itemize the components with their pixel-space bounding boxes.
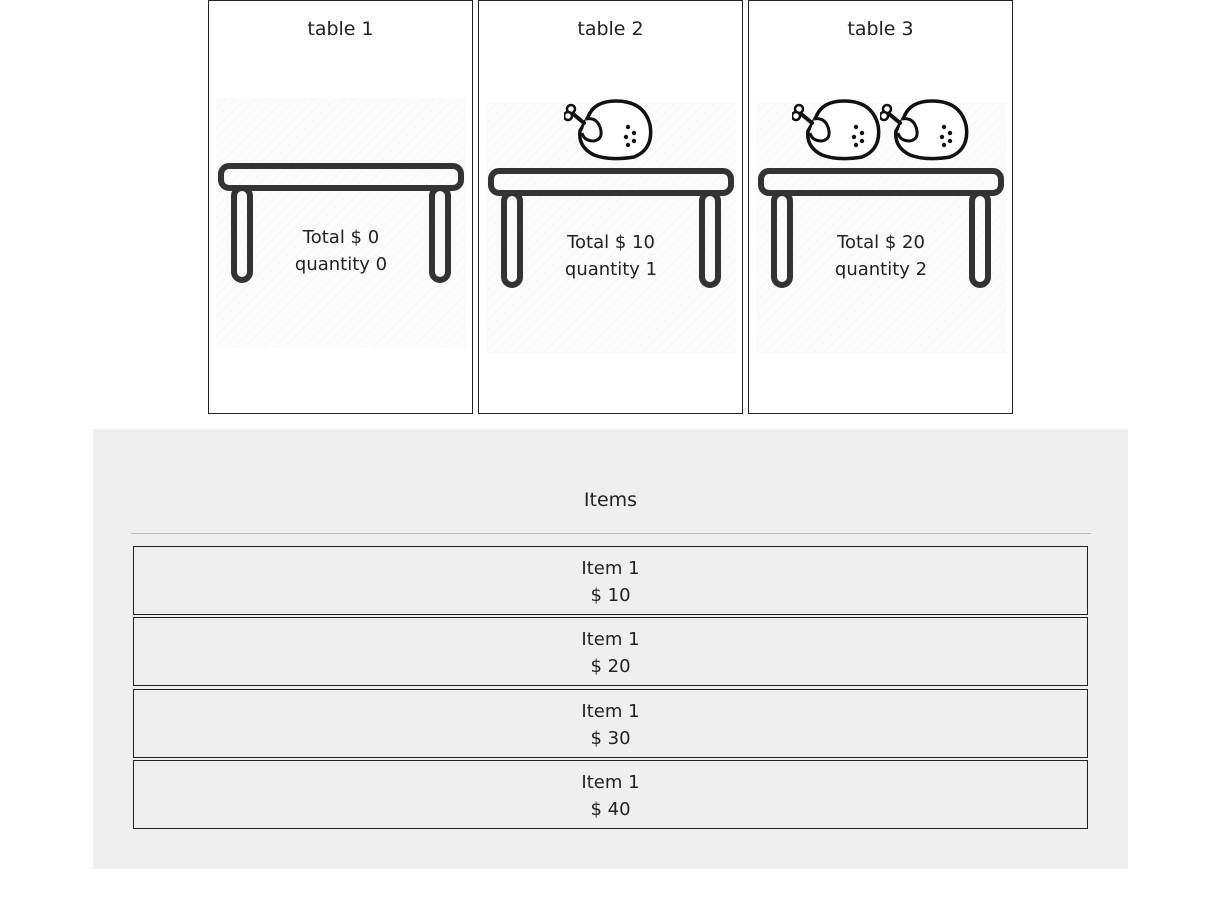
table-totals: Total $ 20 quantity 2	[756, 229, 1006, 283]
table-total: Total $ 10	[567, 232, 655, 253]
menu-item[interactable]: Item 1 $ 10	[133, 546, 1088, 615]
table-title: table 2	[577, 18, 644, 40]
table-drop-area[interactable]: Total $ 10 quantity 1	[486, 99, 736, 353]
menu-item[interactable]: Item 1 $ 20	[133, 617, 1088, 686]
item-name: Item 1	[581, 772, 640, 793]
roast-chicken-icon[interactable]	[880, 97, 970, 161]
table-icon	[218, 163, 464, 283]
table-quantity: quantity 0	[294, 254, 388, 275]
item-price: $ 10	[590, 585, 631, 606]
table-quantity: quantity 2	[834, 259, 928, 280]
table-drop-area[interactable]: Total $ 20 quantity 2	[756, 99, 1006, 353]
menu-item[interactable]: Item 1 $ 40	[133, 760, 1088, 829]
item-name: Item 1	[581, 629, 640, 650]
item-name: Item 1	[581, 701, 640, 722]
roast-chicken-icon[interactable]	[792, 97, 882, 161]
table-drop-area[interactable]: Total $ 0 quantity 0	[216, 98, 466, 348]
table-title: table 3	[847, 18, 914, 40]
item-price: $ 40	[590, 799, 631, 820]
table-card-3[interactable]: table 3 Total $ 20 quantity 2	[748, 0, 1013, 414]
table-totals: Total $ 10 quantity 1	[486, 229, 736, 283]
table-card-1[interactable]: table 1 Total $ 0 quantity 0	[208, 0, 473, 414]
table-total: Total $ 0	[302, 227, 380, 248]
items-divider	[131, 533, 1091, 534]
items-panel: Items Item 1 $ 10 Item 1 $ 20 Item 1 $ 3…	[93, 429, 1128, 869]
table-total: Total $ 20	[837, 232, 925, 253]
menu-item[interactable]: Item 1 $ 30	[133, 689, 1088, 758]
table-card-2[interactable]: table 2 Total $ 10 quantity 1	[478, 0, 743, 414]
tables-row: table 1 Total $ 0 quantity 0 table 2 Tot…	[208, 0, 1013, 414]
table-totals: Total $ 0 quantity 0	[216, 224, 466, 278]
item-price: $ 20	[590, 656, 631, 677]
roast-chicken-icon[interactable]	[564, 97, 654, 161]
item-price: $ 30	[590, 728, 631, 749]
items-heading: Items	[583, 489, 638, 511]
table-quantity: quantity 1	[564, 259, 658, 280]
table-title: table 1	[307, 18, 374, 40]
item-name: Item 1	[581, 558, 640, 579]
